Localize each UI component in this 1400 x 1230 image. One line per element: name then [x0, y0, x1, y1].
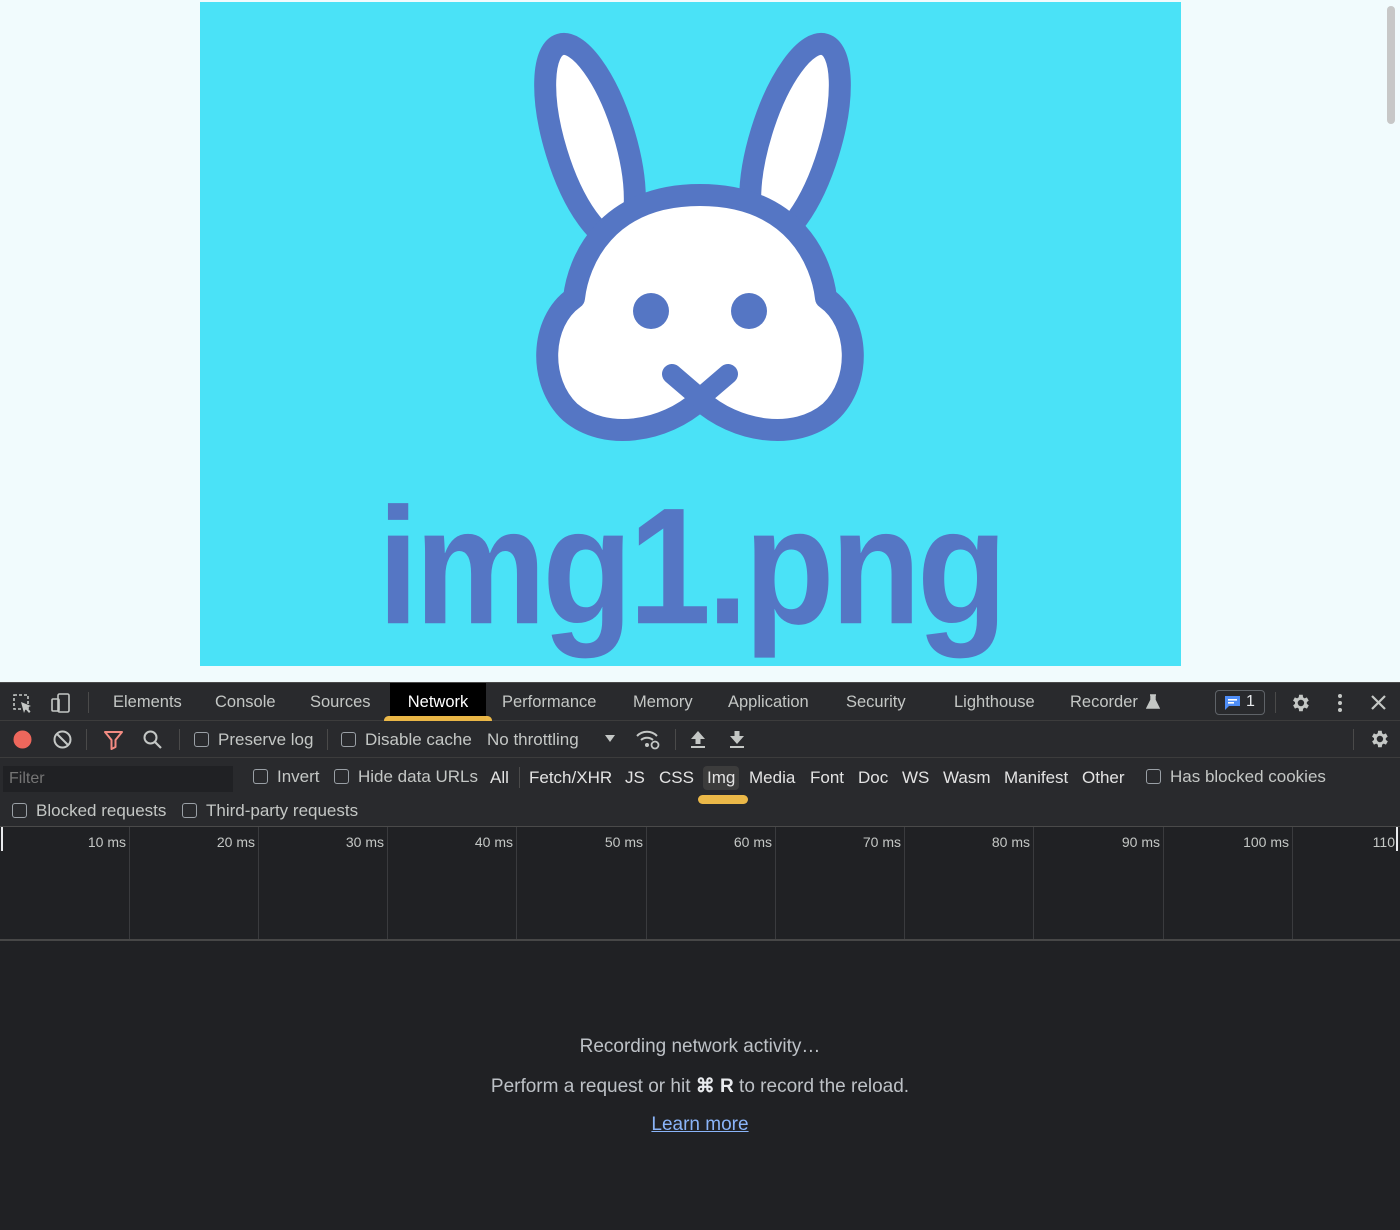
search-icon[interactable] [142, 729, 163, 750]
hide-data-urls-checkbox[interactable] [334, 769, 349, 784]
page-viewport: img1.png [0, 0, 1400, 682]
type-filter-ws[interactable]: WS [902, 768, 929, 788]
blocked-requests-checkbox[interactable] [12, 803, 27, 818]
invert-checkbox[interactable] [253, 769, 268, 784]
requests-empty-state: Recording network activity… Perform a re… [0, 941, 1400, 1230]
timeline-tick: 90 ms [1121, 834, 1160, 850]
timeline-tick: 60 ms [733, 834, 772, 850]
import-har-icon[interactable] [689, 729, 707, 749]
disable-cache-checkbox[interactable] [341, 732, 356, 747]
throttling-select[interactable]: No throttling [487, 730, 579, 750]
message-icon [1225, 696, 1240, 710]
timeline-tick: 40 ms [474, 834, 513, 850]
type-filter-manifest[interactable]: Manifest [1004, 768, 1068, 788]
timeline-tick: 110 [1372, 834, 1395, 850]
third-party-requests-label: Third-party requests [206, 801, 359, 820]
bunny-right-eye [731, 293, 767, 329]
timeline-left-handle[interactable] [1, 827, 3, 851]
type-filter-img[interactable]: Img [703, 766, 740, 790]
preserve-log-label: Preserve log [218, 730, 314, 749]
devtools-panel: Elements Console Sources Network Perform… [0, 682, 1400, 1230]
type-filter-font[interactable]: Font [810, 768, 844, 788]
empty-state-title: Recording network activity… [579, 1036, 821, 1057]
timeline-tick: 20 ms [216, 834, 255, 850]
tab-sources[interactable]: Sources [310, 683, 371, 722]
network-toolbar: Preserve log Disable cache No throttling [0, 721, 1400, 758]
bunny-left-eye [633, 293, 669, 329]
clear-log-icon[interactable] [52, 729, 73, 750]
tab-console[interactable]: Console [215, 683, 276, 722]
img-filter-highlight [698, 795, 748, 804]
type-filter-media[interactable]: Media [749, 768, 795, 788]
record-button[interactable] [12, 729, 33, 750]
timeline-tick: 70 ms [862, 834, 901, 850]
page-scrollbar-thumb[interactable] [1387, 6, 1395, 124]
hint-prefix: Perform a request or hit [490, 1076, 696, 1097]
network-conditions-icon[interactable] [635, 728, 661, 750]
timeline-tick: 30 ms [345, 834, 384, 850]
disable-cache-label: Disable cache [365, 730, 472, 749]
timeline-overview[interactable]: 10 ms 20 ms 30 ms 40 ms 50 ms 60 ms 70 m… [0, 827, 1400, 941]
type-filter-wasm[interactable]: Wasm [943, 768, 991, 788]
tab-security[interactable]: Security [846, 683, 906, 722]
timeline-tick: 100 ms [1243, 834, 1289, 850]
issues-count: 1 [1246, 693, 1255, 710]
image-caption: img1.png [377, 474, 1008, 660]
tab-elements[interactable]: Elements [113, 683, 182, 722]
issues-badge[interactable]: 1 [1215, 690, 1265, 715]
hint-shortcut: ⌘ R [695, 1076, 734, 1097]
type-filter-fetch-xhr[interactable]: Fetch/XHR [529, 768, 612, 788]
timeline-tick: 50 ms [604, 834, 643, 850]
third-party-requests-checkbox[interactable] [182, 803, 197, 818]
tab-performance[interactable]: Performance [502, 683, 596, 722]
chevron-down-icon[interactable] [604, 734, 616, 744]
settings-gear-icon[interactable] [1289, 692, 1311, 714]
blocked-requests-label: Blocked requests [36, 801, 167, 820]
network-filter-bar: Invert Hide data URLs All Fetch/XHR JS C… [0, 758, 1400, 827]
timeline-tick: 80 ms [991, 834, 1030, 850]
page-scrollbar[interactable] [1384, 0, 1398, 682]
tab-lighthouse[interactable]: Lighthouse [954, 683, 1035, 722]
type-filter-all[interactable]: All [490, 768, 509, 788]
export-har-icon[interactable] [728, 729, 746, 749]
network-settings-gear-icon[interactable] [1368, 728, 1390, 750]
inspect-element-icon[interactable] [12, 693, 34, 715]
preserve-log-checkbox[interactable] [194, 732, 209, 747]
more-options-icon[interactable] [1333, 693, 1347, 713]
type-filter-js[interactable]: JS [625, 768, 645, 788]
close-devtools-icon[interactable] [1370, 694, 1387, 711]
hero-image: img1.png [200, 2, 1181, 666]
timeline-tick: 10 ms [87, 834, 126, 850]
has-blocked-cookies-checkbox[interactable] [1146, 769, 1161, 784]
has-blocked-cookies-label: Has blocked cookies [1170, 767, 1326, 786]
tab-recorder[interactable]: Recorder [1070, 683, 1138, 722]
tab-application[interactable]: Application [728, 683, 809, 722]
hide-data-urls-label: Hide data URLs [358, 767, 479, 786]
type-filter-doc[interactable]: Doc [858, 768, 888, 788]
filter-funnel-icon[interactable] [103, 730, 124, 750]
device-toolbar-icon[interactable] [50, 692, 72, 714]
filter-input[interactable] [3, 766, 233, 792]
experiment-flask-icon [1146, 694, 1160, 709]
hint-suffix: to record the reload. [733, 1076, 910, 1097]
invert-label: Invert [277, 767, 320, 786]
type-filter-css[interactable]: CSS [659, 768, 694, 788]
devtools-tabbar: Elements Console Sources Network Perform… [0, 682, 1400, 725]
type-filter-other[interactable]: Other [1082, 768, 1125, 788]
learn-more-link[interactable]: Learn more [0, 1114, 1400, 1136]
timeline-right-handle[interactable] [1396, 827, 1398, 851]
empty-state-hint: Perform a request or hit ⌘ R to record t… [0, 1075, 1400, 1098]
tab-memory[interactable]: Memory [633, 683, 693, 722]
